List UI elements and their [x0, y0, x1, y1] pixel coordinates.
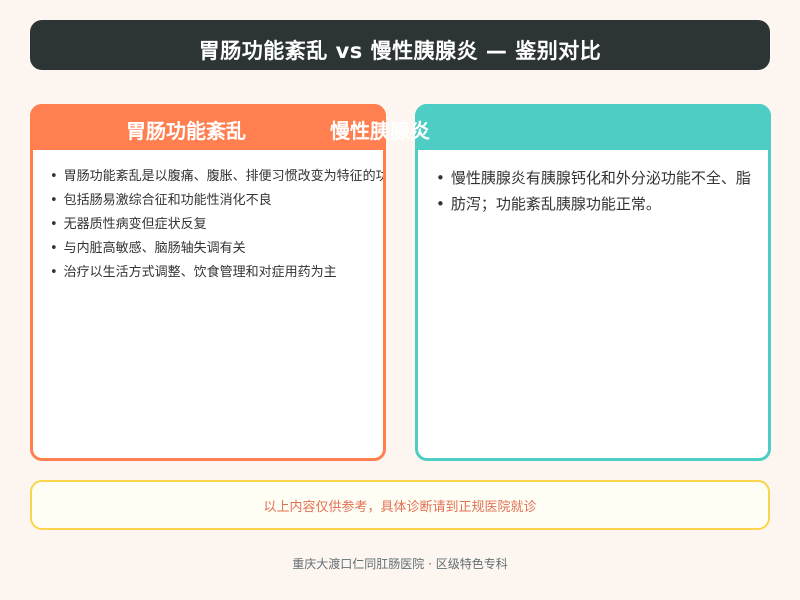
left-comparison-panel: 胃肠功能紊乱是以腹痛、腹胀、排便习惯改变为特征的功能 包括肠易激综合征和功能性消… [30, 104, 386, 461]
right-panel-list: 慢性胰腺炎有胰腺钙化和外分泌功能不全、脂 肪泻；功能紊乱胰腺功能正常。 [436, 165, 751, 217]
title-bar: 胃肠功能紊乱 vs 慢性胰腺炎 — 鉴别对比 [30, 20, 770, 70]
right-panel-body: 慢性胰腺炎有胰腺钙化和外分泌功能不全、脂 肪泻；功能紊乱胰腺功能正常。 [418, 107, 768, 458]
list-item: 肪泻；功能紊乱胰腺功能正常。 [436, 191, 751, 217]
disclaimer-notice: 以上内容仅供参考，具体诊断请到正规医院就诊 [30, 480, 770, 530]
list-item: 包括肠易激综合征和功能性消化不良 [50, 189, 383, 213]
disclaimer-text: 以上内容仅供参考，具体诊断请到正规医院就诊 [263, 499, 537, 515]
left-panel-title: 胃肠功能紊乱 [126, 119, 246, 143]
right-panel-title: 慢性胰腺炎 [330, 119, 430, 143]
list-item: 胃肠功能紊乱是以腹痛、腹胀、排便习惯改变为特征的功能 [50, 165, 383, 189]
list-item: 慢性胰腺炎有胰腺钙化和外分泌功能不全、脂 [436, 165, 751, 191]
list-item: 与内脏高敏感、脑肠轴失调有关 [50, 237, 383, 261]
page-title: 胃肠功能紊乱 vs 慢性胰腺炎 — 鉴别对比 [198, 39, 602, 63]
left-panel-body: 胃肠功能紊乱是以腹痛、腹胀、排便习惯改变为特征的功能 包括肠易激综合征和功能性消… [33, 107, 383, 458]
list-item: 治疗以生活方式调整、饮食管理和对症用药为主 [50, 261, 383, 285]
right-comparison-panel: 慢性胰腺炎有胰腺钙化和外分泌功能不全、脂 肪泻；功能紊乱胰腺功能正常。 [415, 104, 771, 461]
list-item: 无器质性病变但症状反复 [50, 213, 383, 237]
left-panel-list: 胃肠功能紊乱是以腹痛、腹胀、排便习惯改变为特征的功能 包括肠易激综合征和功能性消… [50, 165, 383, 285]
footer-text: 重庆大渡口仁同肛肠医院 · 区级特色专科 [292, 557, 508, 571]
